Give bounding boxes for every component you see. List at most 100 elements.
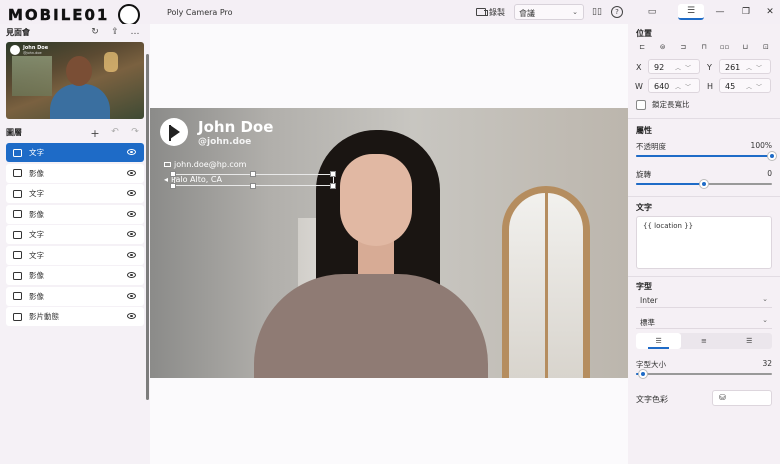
opacity-slider-thumb[interactable] — [768, 152, 776, 160]
font-size-label: 字型大小 — [636, 360, 666, 369]
x-field[interactable]: 92 ︿﹀ — [648, 59, 700, 74]
share-icon[interactable]: ⇪ — [109, 27, 121, 37]
sliders-icon: ☰ — [686, 6, 696, 16]
opacity-slider[interactable] — [636, 152, 776, 160]
spinner-icon[interactable]: ︿﹀ — [746, 63, 766, 72]
layer-item[interactable]: 影像 — [6, 266, 144, 285]
overlay-handle[interactable]: @john.doe — [198, 137, 251, 147]
rotation-slider[interactable] — [636, 180, 772, 188]
help-icon[interactable]: ? — [611, 6, 623, 18]
layer-scrollbar[interactable] — [146, 54, 149, 400]
overlay-name[interactable]: John Doe — [198, 118, 273, 136]
lock-aspect-row[interactable]: 鎖定長寬比 — [636, 99, 690, 110]
visibility-eye-icon[interactable] — [127, 272, 136, 278]
font-size-slider[interactable] — [636, 370, 772, 378]
visibility-eye-icon[interactable] — [127, 169, 136, 176]
layer-item[interactable]: 文字 — [6, 143, 144, 162]
layer-item[interactable]: 影像 — [6, 163, 144, 183]
resize-handle-b[interactable] — [250, 183, 256, 189]
spinner-icon[interactable]: ︿﹀ — [675, 82, 695, 91]
resize-handle-bl[interactable] — [170, 183, 176, 189]
split-view-icon[interactable]: ▯▯ — [591, 6, 603, 18]
visibility-eye-icon[interactable] — [127, 251, 136, 258]
poly-logo-icon — [160, 118, 188, 146]
overlay-email-row[interactable]: john.doe@hp.com — [164, 160, 246, 169]
width-field[interactable]: 640 ︿﹀ — [648, 78, 700, 93]
logo-text: MOBILE01 — [8, 6, 110, 24]
camera-preview[interactable]: John Doe @john.doe john.doe@hp.com ◂ Pal… — [150, 108, 628, 378]
lock-aspect-checkbox[interactable] — [636, 99, 646, 110]
visibility-eye-icon[interactable] — [127, 210, 136, 217]
layer-item[interactable]: 影像 — [6, 204, 144, 224]
minimize-button[interactable]: — — [713, 5, 727, 19]
maximize-button[interactable]: ❐ — [739, 5, 753, 19]
layer-item[interactable]: 影片動態 — [6, 307, 144, 326]
text-color-picker[interactable]: ⛁ — [712, 390, 772, 406]
align-center-icon[interactable]: ⊜ — [657, 42, 669, 52]
person-face — [340, 154, 412, 246]
opacity-label: 不透明度 — [636, 142, 666, 151]
text-align-left-icon[interactable]: ☰ — [636, 333, 682, 349]
x-label: X — [636, 63, 642, 72]
image-layer-icon — [13, 292, 22, 300]
visibility-eye-icon[interactable] — [127, 149, 136, 155]
thumbnail-handle: @john.doe — [23, 51, 42, 55]
text-layer-icon — [13, 230, 22, 239]
visibility-eye-icon[interactable] — [127, 231, 136, 237]
visibility-eye-icon[interactable] — [127, 292, 136, 299]
layer-item[interactable]: 影像 — [6, 286, 144, 306]
rotation-slider-thumb[interactable] — [700, 180, 708, 188]
add-layer-icon[interactable]: + — [89, 127, 101, 140]
font-section-label: 字型 — [636, 282, 652, 291]
meeting-select[interactable]: 會議 ⌄ — [514, 4, 584, 20]
lock-aspect-label: 鎖定長寬比 — [652, 100, 690, 109]
align-right-icon[interactable]: ⊐ — [677, 42, 689, 52]
layout-tab[interactable]: ▭ — [641, 4, 663, 20]
redo-icon[interactable]: ↷ — [129, 127, 141, 137]
undo-icon[interactable]: ↶ — [109, 127, 121, 137]
camera-icon — [476, 8, 488, 16]
image-layer-icon — [13, 271, 22, 280]
text-align-center-icon[interactable]: ≡ — [681, 333, 726, 349]
align-left-icon[interactable]: ⊏ — [636, 42, 648, 52]
app-window: MOBILE01 Poly Camera Pro 錄製 會議 ⌄ ▯▯ ? ▭ … — [0, 0, 780, 464]
resize-handle-br[interactable] — [330, 183, 336, 189]
y-label: Y — [707, 63, 712, 72]
layer-item[interactable]: 文字 — [6, 225, 144, 244]
text-layer-icon — [13, 251, 22, 259]
close-button[interactable]: ✕ — [763, 5, 777, 19]
align-top-icon[interactable]: ⊓ — [698, 42, 710, 52]
align-bottom-icon[interactable]: ⊔ — [739, 42, 751, 52]
spinner-icon[interactable]: ︿﹀ — [675, 63, 695, 72]
resize-handle-tl[interactable] — [170, 171, 176, 177]
record-button[interactable]: 錄製 — [476, 5, 505, 19]
text-content-field[interactable]: {{ location }} — [636, 216, 772, 269]
properties-tab[interactable]: ☰ — [678, 4, 704, 20]
layer-item[interactable]: 文字 — [6, 184, 144, 203]
layer-item[interactable]: 文字 — [6, 245, 144, 265]
text-align-right-icon[interactable]: ☰ — [727, 333, 772, 349]
visibility-eye-icon[interactable] — [127, 190, 136, 196]
rotation-slider-fill — [636, 183, 704, 185]
layer-label: 影片動態 — [29, 312, 59, 321]
rotation-label: 旋轉 — [636, 170, 651, 179]
align-middle-icon[interactable]: ▫▫ — [719, 42, 731, 52]
text-section-label: 文字 — [636, 203, 652, 212]
y-field[interactable]: 261 ︿﹀ — [719, 59, 771, 74]
height-field[interactable]: 45 ︿﹀ — [719, 78, 771, 93]
resize-handle-tr[interactable] — [330, 171, 336, 177]
font-style-value: 標準 — [640, 318, 655, 327]
resize-handle-t[interactable] — [250, 171, 256, 177]
opacity-row: 不透明度 100% — [636, 141, 776, 160]
spinner-icon[interactable]: ︿﹀ — [746, 82, 766, 91]
preview-thumbnail[interactable]: John Doe @john.doe — [6, 42, 144, 119]
mail-icon — [164, 162, 171, 167]
font-family-select[interactable]: Inter ⌄ — [636, 293, 772, 308]
font-size-slider-thumb[interactable] — [638, 370, 647, 378]
font-style-select[interactable]: 標準 ⌄ — [636, 314, 772, 329]
distribute-icon[interactable]: ⊡ — [760, 42, 772, 52]
visibility-eye-icon[interactable] — [127, 313, 136, 319]
refresh-icon[interactable]: ↻ — [89, 27, 101, 37]
text-align-segment: ☰ ≡ ☰ — [636, 333, 772, 349]
more-icon[interactable]: … — [129, 27, 141, 37]
